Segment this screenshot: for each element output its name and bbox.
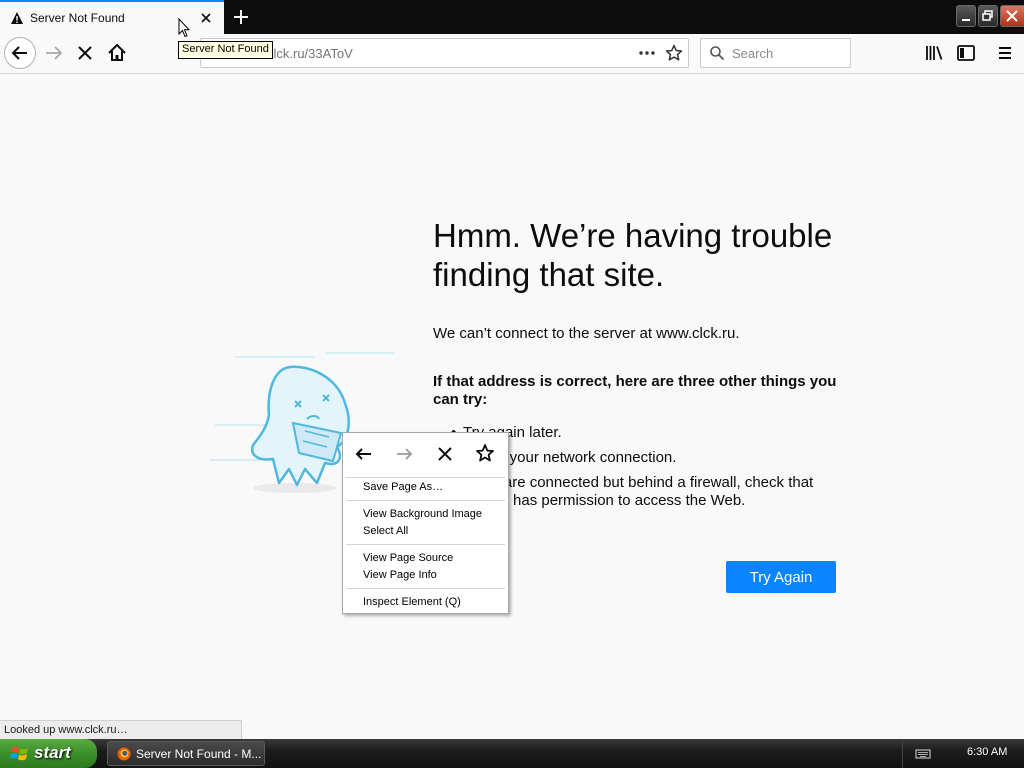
search-icon xyxy=(710,46,725,61)
menu-item-view-page-source[interactable]: View Page Source xyxy=(363,552,453,564)
context-bookmark-icon[interactable] xyxy=(472,441,498,467)
minimize-button[interactable] xyxy=(956,5,976,27)
menu-icon[interactable] xyxy=(989,37,1021,69)
keyboard-icon[interactable] xyxy=(915,748,931,760)
url-text[interactable]: clck.ru/33AToV xyxy=(267,46,353,61)
bookmark-star-icon[interactable] xyxy=(665,44,683,62)
start-button[interactable]: start xyxy=(0,739,97,768)
menu-separator xyxy=(346,588,505,589)
close-tab-icon[interactable] xyxy=(198,10,214,26)
menu-item-save-page-as[interactable]: Save Page As… xyxy=(363,481,443,493)
try-again-button[interactable]: Try Again xyxy=(726,561,836,593)
minimize-icon xyxy=(962,19,970,21)
search-bar[interactable]: Search xyxy=(700,38,851,68)
sidebar-icon[interactable] xyxy=(950,37,982,69)
taskbar-item-firefox[interactable]: Server Not Found - M... xyxy=(107,741,265,766)
window-close-button[interactable] xyxy=(1000,5,1024,27)
clock: 6:30 AM xyxy=(967,746,1008,758)
mouse-cursor-icon xyxy=(178,18,190,38)
warning-icon xyxy=(11,12,23,24)
context-forward-icon[interactable] xyxy=(391,441,417,467)
tab-tooltip: Server Not Found xyxy=(178,41,273,59)
forward-arrow-icon[interactable] xyxy=(38,37,70,69)
menu-separator xyxy=(346,544,505,545)
search-placeholder: Search xyxy=(732,46,774,61)
status-line: Looked up www.clck.ru… xyxy=(0,720,242,739)
window-close-icon xyxy=(1006,10,1018,22)
error-title: Hmm. We’re having trouble finding that s… xyxy=(433,217,833,293)
menu-item-select-all[interactable]: Select All xyxy=(363,525,408,537)
windows-logo-icon xyxy=(10,746,28,761)
error-suggestions-heading: If that address is correct, here are thr… xyxy=(433,373,837,408)
taskbar-item-label: Server Not Found - M... xyxy=(136,747,262,761)
firefox-icon xyxy=(117,747,131,761)
menu-item-view-background-image[interactable]: View Background Image xyxy=(363,508,482,520)
stop-icon[interactable] xyxy=(69,37,101,69)
back-arrow-icon xyxy=(11,46,27,60)
tab-strip: Server Not Found xyxy=(0,0,1024,34)
menu-separator xyxy=(346,477,505,478)
tab-title: Server Not Found xyxy=(30,11,125,25)
system-tray: 6:30 AM xyxy=(902,739,1024,768)
page-actions-icon[interactable] xyxy=(637,45,657,61)
tab-server-not-found[interactable]: Server Not Found xyxy=(0,0,224,34)
menu-item-inspect-element[interactable]: Inspect Element (Q) xyxy=(363,596,461,608)
navigation-toolbar: clck.ru/33AToV Search xyxy=(0,34,1024,74)
error-description: We can’t connect to the server at www.cl… xyxy=(433,325,740,342)
back-button[interactable] xyxy=(4,37,36,69)
library-icon[interactable] xyxy=(918,37,950,69)
context-menu: Save Page As… View Background Image Sele… xyxy=(342,432,509,614)
menu-item-view-page-info[interactable]: View Page Info xyxy=(363,569,437,581)
home-icon[interactable] xyxy=(101,37,133,69)
start-label: start xyxy=(34,743,71,762)
context-stop-icon[interactable] xyxy=(432,441,458,467)
url-bar[interactable]: clck.ru/33AToV xyxy=(200,38,689,68)
restore-button[interactable] xyxy=(978,5,998,27)
context-back-icon[interactable] xyxy=(351,441,377,467)
restore-icon xyxy=(982,10,993,21)
taskbar: start Server Not Found - M... 6:30 AM xyxy=(0,739,1024,768)
menu-separator xyxy=(346,500,505,501)
new-tab-icon[interactable] xyxy=(230,6,252,28)
